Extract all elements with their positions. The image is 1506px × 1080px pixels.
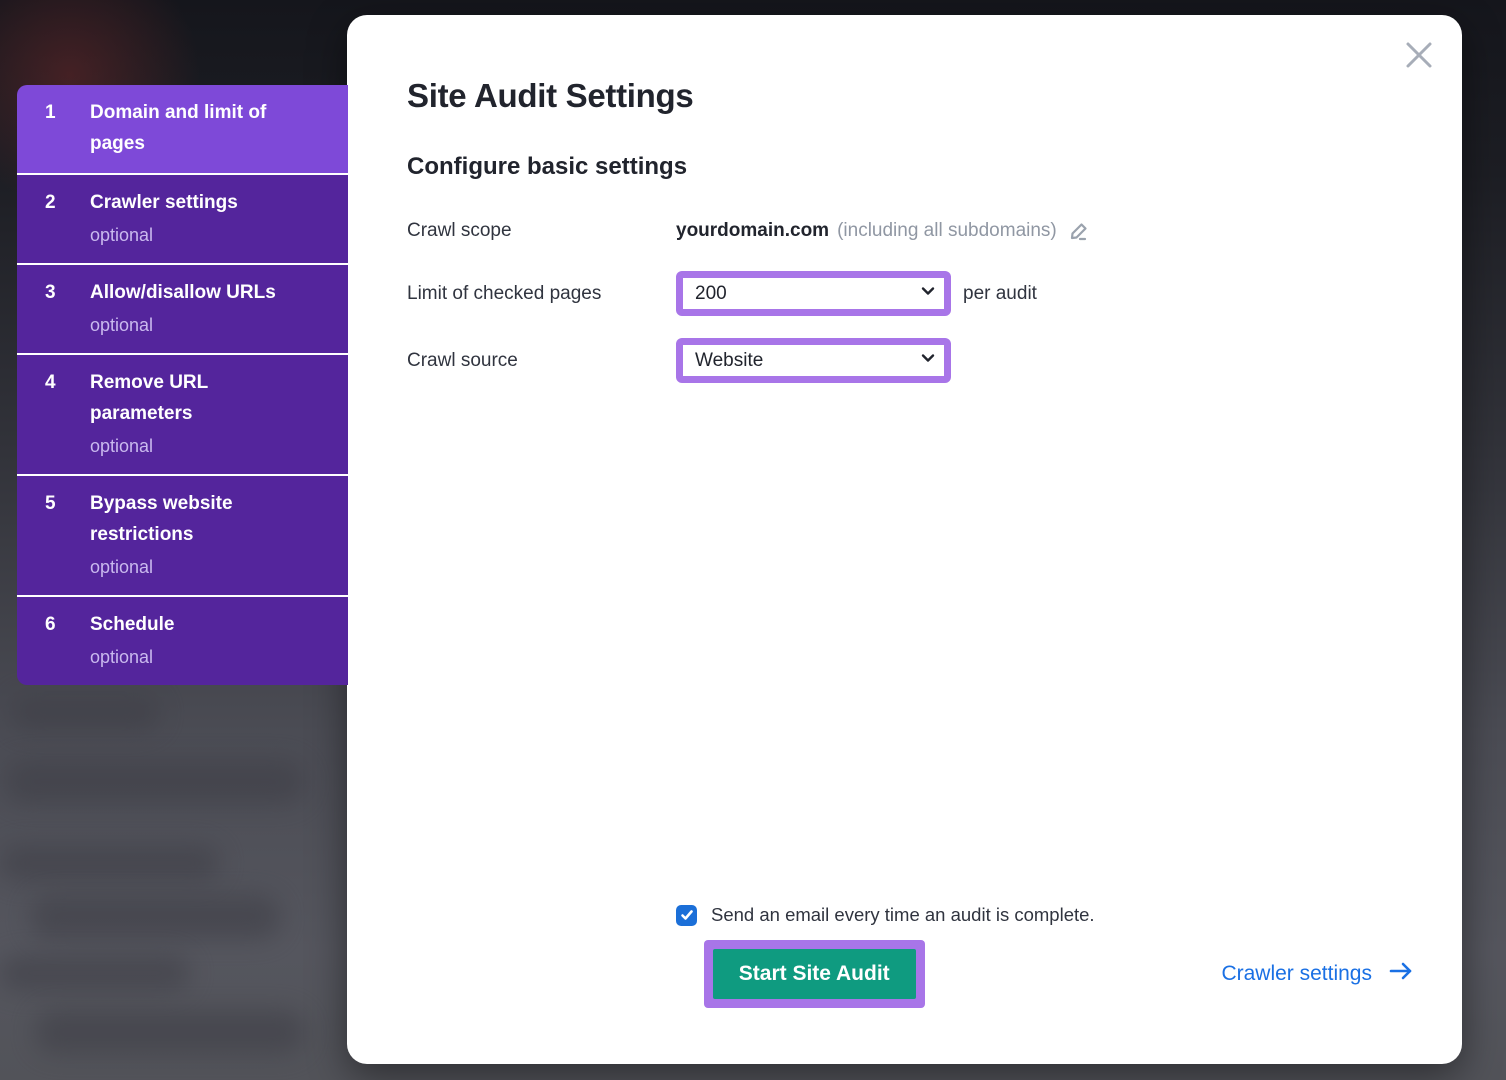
crawl-source-row: Crawl source Website — [407, 338, 1402, 383]
arrow-right-icon — [1388, 960, 1414, 988]
step-number: 5 — [45, 488, 90, 581]
dimmed-backdrop: Site Audit Settings Configure basic sett… — [0, 0, 1506, 1080]
limit-suffix: per audit — [963, 283, 1037, 305]
start-button-highlight-frame: Start Site Audit — [704, 940, 925, 1008]
sidebar-item-allow-disallow-urls[interactable]: 3 Allow/disallow URLs optional — [17, 263, 348, 353]
limit-row: Limit of checked pages 200 per audit — [407, 271, 1402, 316]
crawler-settings-link[interactable]: Crawler settings — [1221, 960, 1414, 988]
step-label: Schedule — [90, 609, 174, 640]
backdrop-blur-blob — [30, 895, 280, 939]
spacer — [407, 405, 1402, 904]
sidebar-item-schedule[interactable]: 6 Schedule optional — [17, 595, 348, 685]
limit-highlight-frame: 200 — [676, 271, 951, 316]
sidebar-item-crawler-settings[interactable]: 2 Crawler settings optional — [17, 173, 348, 263]
backdrop-blur-blob — [0, 955, 190, 991]
start-site-audit-button[interactable]: Start Site Audit — [713, 949, 916, 999]
step-label: Bypass website restrictions — [90, 488, 295, 550]
crawl-source-select-value: Website — [695, 350, 763, 372]
step-optional-label: optional — [90, 433, 295, 460]
step-optional-label: optional — [90, 222, 238, 249]
chevron-down-icon — [918, 281, 938, 306]
email-checkbox-row: Send an email every time an audit is com… — [676, 904, 1402, 926]
crawl-scope-domain: yourdomain.com — [676, 220, 829, 242]
wizard-steps-sidebar: 1 Domain and limit of pages 2 Crawler se… — [17, 85, 348, 685]
step-optional-label: optional — [90, 644, 174, 671]
step-label: Allow/disallow URLs — [90, 277, 276, 308]
step-optional-label: optional — [90, 312, 276, 339]
backdrop-blur-blob — [5, 760, 305, 804]
step-label: Domain and limit of pages — [90, 97, 295, 159]
site-audit-settings-modal: Site Audit Settings Configure basic sett… — [347, 15, 1462, 1064]
sidebar-item-domain-and-limit[interactable]: 1 Domain and limit of pages — [17, 85, 348, 173]
backdrop-blur-blob — [0, 845, 220, 881]
limit-select[interactable]: 200 — [683, 278, 944, 309]
email-checkbox[interactable] — [676, 905, 697, 926]
crawl-source-highlight-frame: Website — [676, 338, 951, 383]
limit-select-value: 200 — [695, 283, 727, 305]
step-number: 6 — [45, 609, 90, 671]
close-icon[interactable] — [1402, 38, 1436, 72]
step-optional-label: optional — [90, 554, 295, 581]
step-number: 2 — [45, 187, 90, 249]
step-number: 3 — [45, 277, 90, 339]
email-checkbox-label: Send an email every time an audit is com… — [711, 904, 1095, 926]
crawl-scope-value: yourdomain.com (including all subdomains… — [676, 217, 1093, 245]
chevron-down-icon — [918, 348, 938, 373]
sidebar-item-bypass-website-restrictions[interactable]: 5 Bypass website restrictions optional — [17, 474, 348, 595]
crawler-settings-link-label: Crawler settings — [1221, 962, 1372, 986]
crawl-source-select[interactable]: Website — [683, 345, 944, 376]
footer-actions: Start Site Audit Crawler settings — [407, 940, 1402, 1008]
crawl-scope-note: (including all subdomains) — [837, 220, 1057, 242]
step-number: 4 — [45, 367, 90, 460]
page-title: Site Audit Settings — [407, 77, 1402, 115]
step-label: Crawler settings — [90, 187, 238, 218]
step-number: 1 — [45, 97, 90, 159]
backdrop-blur-blob — [35, 1010, 305, 1054]
limit-label: Limit of checked pages — [407, 283, 676, 305]
backdrop-blur-blob — [10, 695, 160, 731]
crawl-scope-label: Crawl scope — [407, 220, 676, 242]
step-label: Remove URL parameters — [90, 367, 295, 429]
edit-pencil-icon[interactable] — [1065, 217, 1093, 245]
crawl-source-label: Crawl source — [407, 350, 676, 372]
section-heading: Configure basic settings — [407, 153, 1402, 181]
sidebar-item-remove-url-parameters[interactable]: 4 Remove URL parameters optional — [17, 353, 348, 474]
crawl-scope-row: Crawl scope yourdomain.com (including al… — [407, 217, 1402, 245]
